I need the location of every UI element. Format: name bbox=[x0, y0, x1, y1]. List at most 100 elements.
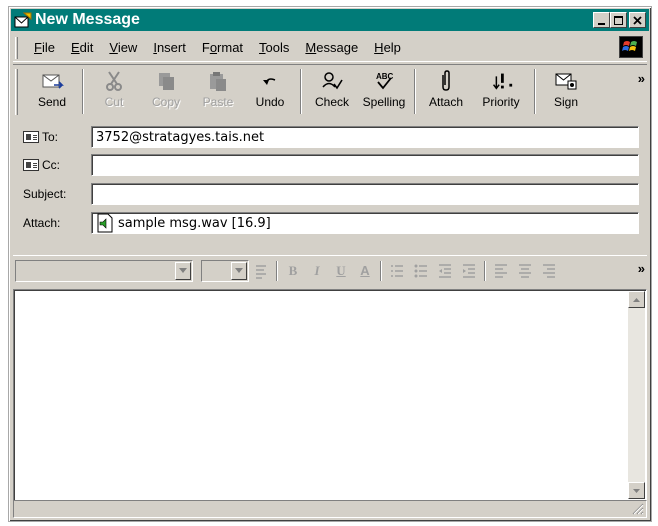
format-overflow-chevron-icon[interactable]: » bbox=[638, 261, 645, 276]
scroll-down-icon bbox=[633, 488, 640, 493]
underline-button[interactable]: U bbox=[331, 261, 351, 281]
format-separator bbox=[380, 260, 382, 281]
message-window: New Message File Edit View Insert Format… bbox=[8, 6, 652, 522]
align-left-icon[interactable] bbox=[491, 261, 511, 281]
message-body-text[interactable] bbox=[14, 290, 646, 298]
close-button[interactable] bbox=[629, 12, 646, 28]
vertical-scrollbar[interactable] bbox=[628, 291, 645, 499]
font-name-dropdown[interactable] bbox=[15, 259, 193, 282]
close-icon bbox=[633, 15, 642, 25]
toolbar-separator bbox=[534, 69, 536, 114]
menu-view[interactable]: View bbox=[101, 40, 145, 55]
to-field[interactable]: 3752@stratagyes.tais.net bbox=[91, 126, 639, 148]
font-size-dropdown[interactable] bbox=[201, 259, 249, 282]
paragraph-style-icon[interactable] bbox=[251, 261, 271, 281]
check-label: Check bbox=[314, 95, 349, 109]
paste-label: Paste bbox=[202, 95, 234, 109]
scroll-down-button[interactable] bbox=[628, 482, 645, 499]
send-label: Send bbox=[37, 95, 67, 109]
address-book-icon bbox=[23, 131, 39, 143]
check-names-button[interactable]: Check bbox=[306, 65, 358, 118]
paste-button[interactable]: Paste bbox=[192, 65, 244, 118]
cc-label: Cc: bbox=[42, 158, 60, 172]
sign-button[interactable]: Sign bbox=[540, 65, 592, 118]
undo-button[interactable]: Undo bbox=[244, 65, 296, 118]
paperclip-icon bbox=[433, 69, 459, 93]
to-row: To: 3752@stratagyes.tais.net bbox=[23, 125, 639, 149]
attachment-name[interactable]: sample msg.wav [16.9] bbox=[118, 216, 271, 231]
subject-field[interactable] bbox=[91, 183, 639, 205]
menu-message[interactable]: Message bbox=[297, 40, 366, 55]
menu-help[interactable]: Help bbox=[366, 40, 409, 55]
sign-icon bbox=[553, 69, 579, 93]
copy-button[interactable]: Copy bbox=[140, 65, 192, 118]
format-separator bbox=[276, 260, 278, 281]
maximize-button[interactable] bbox=[610, 12, 627, 28]
scroll-up-button[interactable] bbox=[628, 291, 645, 308]
menu-edit[interactable]: Edit bbox=[63, 40, 101, 55]
menu-grip[interactable] bbox=[15, 36, 18, 59]
chevron-down-icon[interactable] bbox=[231, 261, 247, 280]
italic-button[interactable]: I bbox=[307, 261, 327, 281]
format-separator bbox=[484, 260, 486, 281]
send-button[interactable]: Send bbox=[26, 65, 78, 118]
toolbar-grip[interactable] bbox=[15, 69, 18, 115]
bulleted-list-icon[interactable] bbox=[411, 261, 431, 281]
subject-label: Subject: bbox=[23, 187, 67, 201]
sign-label: Sign bbox=[553, 95, 579, 109]
cut-button[interactable]: Cut bbox=[88, 65, 140, 118]
toolbar-separator bbox=[300, 69, 302, 114]
standard-toolbar: Send Cut Copy Paste Undo Check ABC Spell… bbox=[13, 64, 647, 118]
toolbar-overflow-chevron-icon[interactable]: » bbox=[638, 71, 645, 86]
menu-insert[interactable]: Insert bbox=[145, 40, 194, 55]
attach-field[interactable]: sample msg.wav [16.9] bbox=[91, 212, 639, 234]
menu-tools[interactable]: Tools bbox=[251, 40, 297, 55]
attach-row: Attach: sample msg.wav [16.9] bbox=[23, 211, 639, 235]
scroll-up-icon bbox=[633, 297, 640, 302]
attach-label-text: Attach: bbox=[23, 216, 61, 230]
increase-indent-icon[interactable] bbox=[459, 261, 479, 281]
to-label-button[interactable]: To: bbox=[23, 130, 91, 144]
decrease-indent-icon[interactable] bbox=[435, 261, 455, 281]
cut-label: Cut bbox=[104, 95, 124, 109]
bold-button[interactable]: B bbox=[283, 261, 303, 281]
align-right-icon[interactable] bbox=[539, 261, 559, 281]
menu-format[interactable]: Format bbox=[194, 40, 251, 55]
copy-icon bbox=[153, 69, 179, 93]
cc-label-button[interactable]: Cc: bbox=[23, 158, 91, 172]
paste-icon bbox=[205, 69, 231, 93]
numbered-list-icon[interactable] bbox=[387, 261, 407, 281]
title-bar[interactable]: New Message bbox=[11, 9, 649, 31]
maximize-icon bbox=[614, 15, 623, 25]
priority-button[interactable]: Priority bbox=[472, 65, 530, 118]
address-book-icon bbox=[23, 159, 39, 171]
cc-field[interactable] bbox=[91, 154, 639, 176]
minimize-icon bbox=[598, 22, 605, 25]
resize-grip-icon[interactable] bbox=[632, 503, 644, 515]
new-message-icon bbox=[14, 12, 32, 28]
cc-row: Cc: bbox=[23, 153, 639, 177]
menu-bar: File Edit View Insert Format Tools Messa… bbox=[13, 34, 647, 62]
undo-label: Undo bbox=[255, 95, 285, 109]
attach-button[interactable]: Attach bbox=[420, 65, 472, 118]
menu-file[interactable]: File bbox=[26, 40, 63, 55]
window-title: New Message bbox=[35, 11, 140, 28]
message-body[interactable] bbox=[13, 289, 647, 501]
toolbar-separator bbox=[414, 69, 416, 114]
copy-label: Copy bbox=[151, 95, 180, 109]
font-color-button[interactable]: A bbox=[355, 261, 375, 281]
spelling-label: Spelling bbox=[362, 95, 406, 109]
minimize-button[interactable] bbox=[593, 12, 610, 28]
to-label: To: bbox=[42, 130, 59, 144]
priority-label: Priority bbox=[482, 95, 520, 109]
check-names-icon bbox=[319, 69, 345, 93]
spelling-button[interactable]: ABC Spelling bbox=[358, 65, 410, 118]
windows-logo-icon bbox=[619, 36, 643, 58]
toolbar-separator bbox=[82, 69, 84, 114]
chevron-down-icon[interactable] bbox=[175, 261, 191, 280]
formatting-toolbar: B I U A » bbox=[13, 255, 647, 285]
attach-label: Attach bbox=[428, 95, 464, 109]
spelling-icon: ABC bbox=[371, 69, 397, 93]
undo-icon bbox=[257, 69, 283, 93]
align-center-icon[interactable] bbox=[515, 261, 535, 281]
